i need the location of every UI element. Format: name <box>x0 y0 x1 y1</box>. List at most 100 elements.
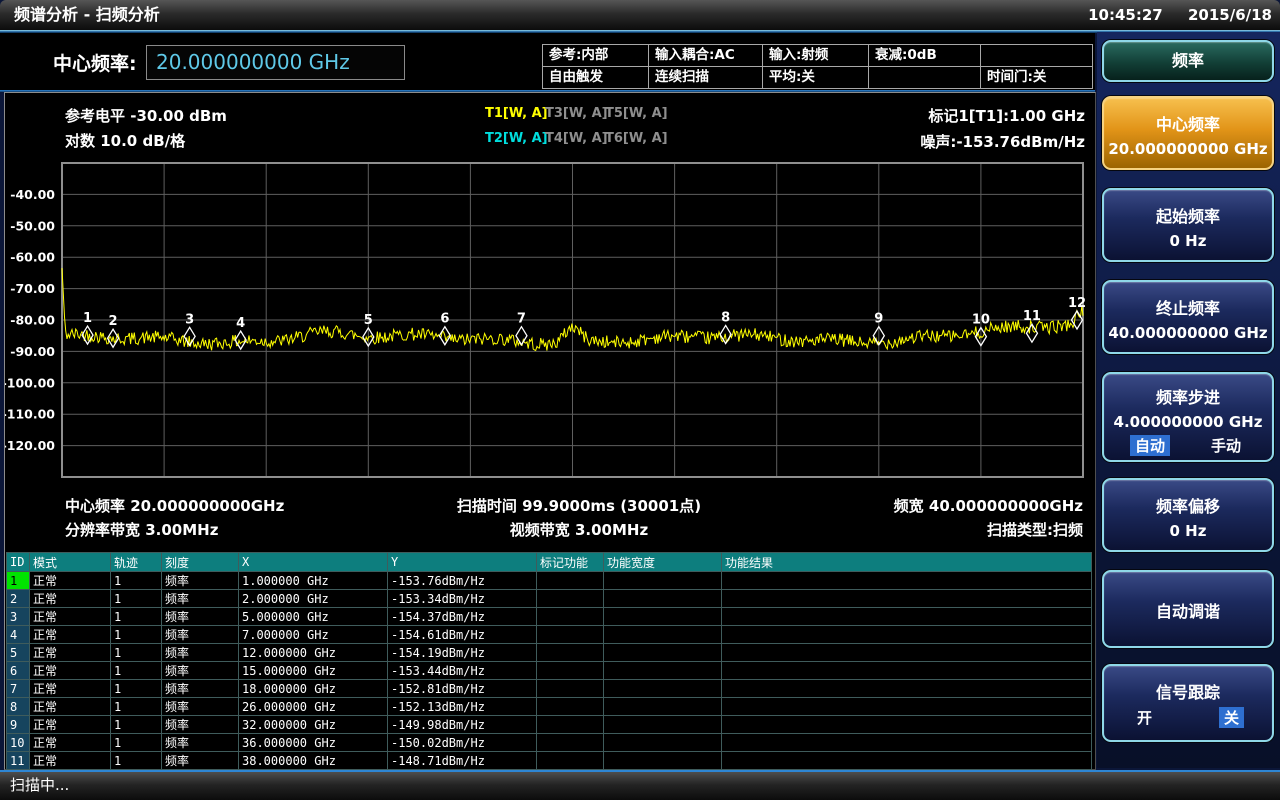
center-freq-input[interactable]: 20.000000000 GHz <box>146 45 405 80</box>
marker-id-cell: 7 <box>7 680 30 698</box>
footer-row-1: 中心频率 20.000000000GHz 扫描时间 99.9000ms (300… <box>5 495 1093 517</box>
status-trigger: 自由触发 <box>543 67 649 89</box>
marker-func-cell <box>537 680 604 698</box>
marker-number: 10 <box>972 313 990 328</box>
marker-readout-freq: 标记1[T1]:1.00 GHz <box>928 105 1085 126</box>
marker-func-cell <box>537 752 604 770</box>
track-off-option[interactable]: 关 <box>1219 707 1244 728</box>
marker-trace-cell: 1 <box>111 572 162 590</box>
marker-number: 3 <box>185 312 194 327</box>
marker-number: 6 <box>440 312 449 327</box>
marker-number: 12 <box>1068 296 1086 311</box>
y-axis-tick-label: -80.00 <box>10 313 55 328</box>
softkey-frequency-step[interactable]: 频率步进 4.000000000 GHz 自动 手动 <box>1102 372 1274 462</box>
status-sweep-mode: 连续扫描 <box>649 67 763 89</box>
y-axis-tick-label: -120.00 <box>5 438 55 453</box>
softkey-start-frequency[interactable]: 起始频率 0 Hz <box>1102 188 1274 262</box>
func-width-cell <box>604 644 722 662</box>
marker-number: 5 <box>364 313 373 328</box>
marker-trace-cell: 1 <box>111 680 162 698</box>
marker-scale-cell: 频率 <box>162 608 239 626</box>
marker-scale-cell: 频率 <box>162 716 239 734</box>
status-reference: 参考:内部 <box>543 45 649 67</box>
softkey-label: 频率偏移 <box>1104 493 1272 517</box>
table-row[interactable]: 11正常1频率38.000000 GHz-148.71dBm/Hz <box>7 752 1092 770</box>
header-panel: 中心频率: 20.000000000 GHz 参考:内部 输入耦合:AC 输入:… <box>0 33 1095 90</box>
track-on-option[interactable]: 开 <box>1132 707 1157 728</box>
marker-id-cell: 1 <box>7 572 30 590</box>
marker-mode-cell: 正常 <box>30 590 111 608</box>
marker-number: 11 <box>1023 309 1041 324</box>
footer-row-2: 分辨率带宽 3.00MHz 视频带宽 3.00MHz 扫描类型:扫频 <box>5 519 1093 541</box>
softkey-label: 中心频率 <box>1104 111 1272 135</box>
marker-x-cell: 26.000000 GHz <box>239 698 388 716</box>
marker-mode-cell: 正常 <box>30 752 111 770</box>
marker-readout-noise: 噪声:-153.76dBm/Hz <box>920 131 1085 152</box>
step-auto-option[interactable]: 自动 <box>1130 435 1170 456</box>
date-label: 2015/6/18 <box>1188 6 1272 24</box>
softkey-center-frequency[interactable]: 中心频率 20.000000000 GHz <box>1102 96 1274 170</box>
func-width-cell <box>604 734 722 752</box>
table-row[interactable]: 8正常1频率26.000000 GHz-152.13dBm/Hz <box>7 698 1092 716</box>
marker-table-header: ID 模式 轨迹 刻度 X Y 标记功能 功能宽度 功能结果 <box>7 553 1092 572</box>
window-title: 频谱分析 - 扫频分析 <box>14 0 160 30</box>
func-width-cell <box>604 608 722 626</box>
softkey-sidebar: 频率 中心频率 20.000000000 GHz 起始频率 0 Hz 终止频率 … <box>1097 32 1280 768</box>
footer-sweep-type: 扫描类型:扫频 <box>987 519 1083 540</box>
table-row[interactable]: 3正常1频率5.000000 GHz-154.37dBm/Hz <box>7 608 1092 626</box>
table-row[interactable]: 9正常1频率32.000000 GHz-149.98dBm/Hz <box>7 716 1092 734</box>
step-manual-option[interactable]: 手动 <box>1206 435 1246 456</box>
status-bar: 扫描中... <box>0 770 1280 800</box>
marker-func-cell <box>537 626 604 644</box>
func-width-cell <box>604 662 722 680</box>
marker-scale-cell: 频率 <box>162 572 239 590</box>
softkey-frequency-offset[interactable]: 频率偏移 0 Hz <box>1102 478 1274 552</box>
status-input: 输入:射频 <box>763 45 869 67</box>
softkey-stop-frequency[interactable]: 终止频率 40.000000000 GHz <box>1102 280 1274 354</box>
marker-scale-cell: 频率 <box>162 590 239 608</box>
table-row[interactable]: 6正常1频率15.000000 GHz-153.44dBm/Hz <box>7 662 1092 680</box>
status-gate: 时间门:关 <box>981 67 1092 89</box>
col-y: Y <box>388 553 537 572</box>
col-marker-func: 标记功能 <box>537 553 604 572</box>
title-bar: 频谱分析 - 扫频分析 10:45:27 2015/6/18 <box>0 0 1280 30</box>
table-row[interactable]: 2正常1频率2.000000 GHz-153.34dBm/Hz <box>7 590 1092 608</box>
marker-y-cell: -154.19dBm/Hz <box>388 644 537 662</box>
table-row[interactable]: 7正常1频率18.000000 GHz-152.81dBm/Hz <box>7 680 1092 698</box>
softkey-label: 频率步进 <box>1104 384 1272 408</box>
status-attenuation: 衰减:0dB <box>869 45 981 67</box>
marker-number: 7 <box>517 312 526 327</box>
marker-x-cell: 7.000000 GHz <box>239 626 388 644</box>
marker-id-cell: 8 <box>7 698 30 716</box>
softkey-value: 20.000000000 GHz <box>1104 140 1272 158</box>
marker-id-cell: 6 <box>7 662 30 680</box>
table-row[interactable]: 10正常1频率36.000000 GHz-150.02dBm/Hz <box>7 734 1092 752</box>
marker-x-cell: 32.000000 GHz <box>239 716 388 734</box>
marker-mode-cell: 正常 <box>30 626 111 644</box>
menu-title-frequency: 频率 <box>1102 40 1274 82</box>
softkey-auto-tune[interactable]: 自动调谐 <box>1102 570 1274 648</box>
marker-mode-cell: 正常 <box>30 644 111 662</box>
marker-func-cell <box>537 734 604 752</box>
marker-trace-cell: 1 <box>111 698 162 716</box>
marker-y-cell: -154.37dBm/Hz <box>388 608 537 626</box>
func-result-cell <box>722 644 1092 662</box>
spectrum-plot: -40.00-50.00-60.00-70.00-80.00-90.00-100… <box>5 155 1093 489</box>
col-func-width: 功能宽度 <box>604 553 722 572</box>
func-width-cell <box>604 716 722 734</box>
marker-trace-cell: 1 <box>111 590 162 608</box>
marker-func-cell <box>537 644 604 662</box>
table-row[interactable]: 1正常1频率1.000000 GHz-153.76dBm/Hz <box>7 572 1092 590</box>
softkey-value: 40.000000000 GHz <box>1104 324 1272 342</box>
trace-legend-t1: T1[W, A] <box>485 106 548 121</box>
marker-x-cell: 18.000000 GHz <box>239 680 388 698</box>
softkey-signal-track[interactable]: 信号跟踪 开 关 <box>1102 664 1274 742</box>
marker-number: 1 <box>83 311 92 326</box>
softkey-value: 0 Hz <box>1104 232 1272 250</box>
time-label: 10:45:27 <box>1088 6 1163 24</box>
col-x: X <box>239 553 388 572</box>
table-row[interactable]: 4正常1频率7.000000 GHz-154.61dBm/Hz <box>7 626 1092 644</box>
marker-x-cell: 15.000000 GHz <box>239 662 388 680</box>
col-func-result: 功能结果 <box>722 553 1092 572</box>
table-row[interactable]: 5正常1频率12.000000 GHz-154.19dBm/Hz <box>7 644 1092 662</box>
